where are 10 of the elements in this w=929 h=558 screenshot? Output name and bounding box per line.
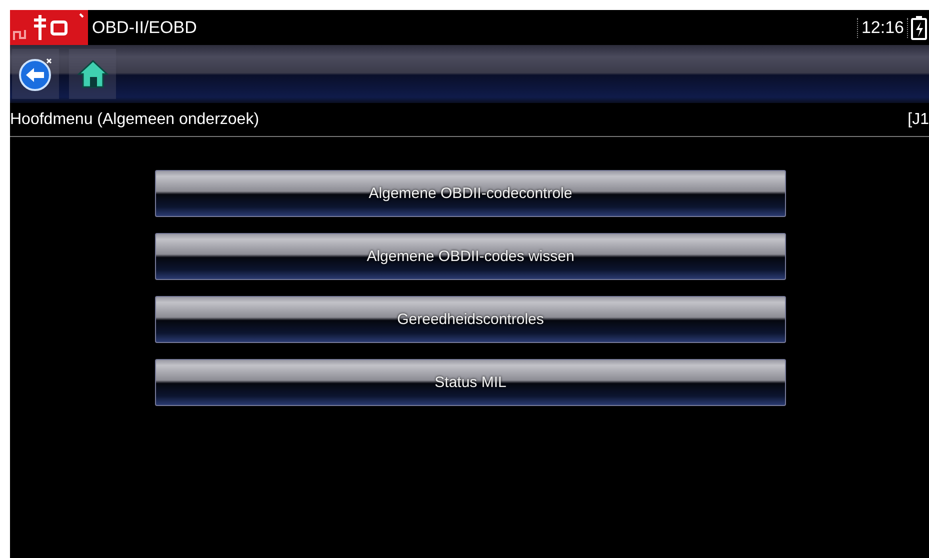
back-icon [18, 56, 54, 92]
window-title: OBD-II/EOBD [92, 18, 198, 38]
clock-time: 12:16 [857, 18, 908, 38]
back-button[interactable] [12, 49, 59, 99]
menu-title: Hoofdmenu (Algemeen onderzoek) [10, 110, 260, 128]
screen-code: [J1 [908, 110, 929, 128]
battery-icon [911, 16, 927, 40]
tool-logo-icon [10, 10, 88, 45]
home-button[interactable] [69, 49, 116, 99]
home-icon [76, 59, 108, 89]
